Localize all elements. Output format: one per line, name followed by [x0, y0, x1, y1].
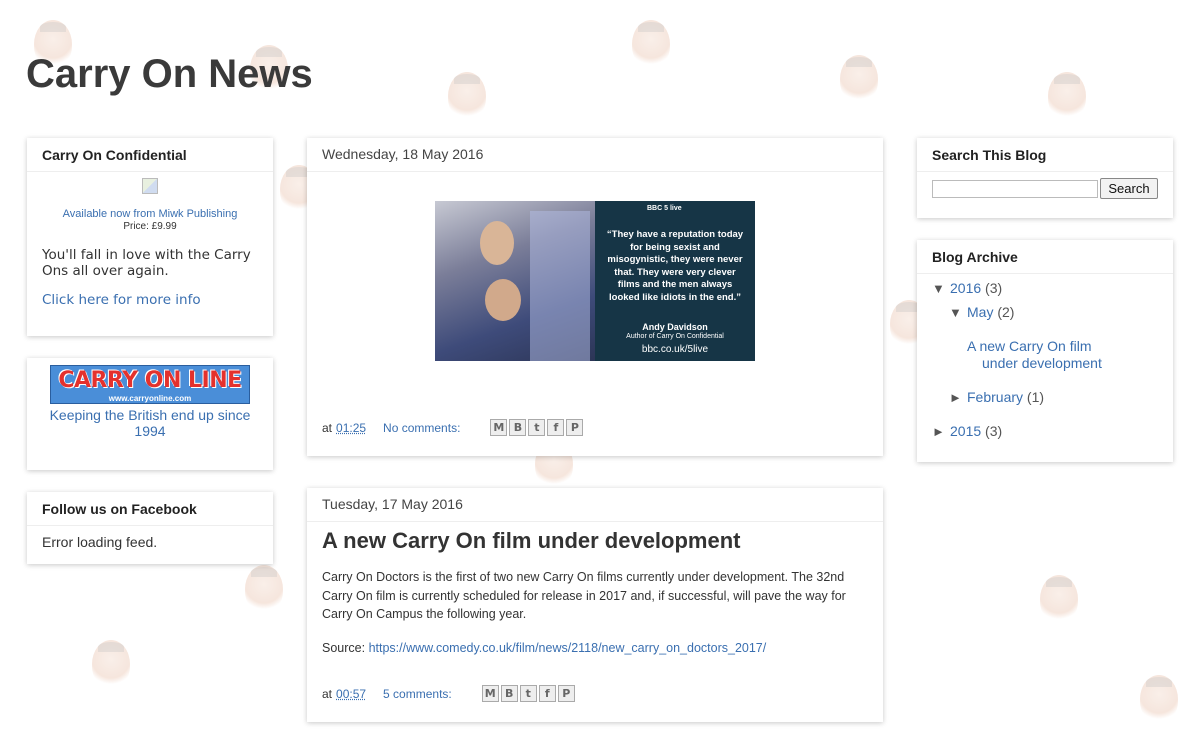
- facebook-icon[interactable]: f: [547, 419, 565, 436]
- quote-author-role: Author of Carry On Confidential: [626, 333, 724, 340]
- background-face-icon: [632, 20, 670, 68]
- blogger-icon[interactable]: B: [500, 685, 518, 702]
- source-link[interactable]: https://www.comedy.co.uk/film/news/2118/…: [369, 641, 767, 655]
- share-buttons: M B t f P: [490, 419, 585, 436]
- archive-month-may[interactable]: ▼ May (2): [949, 304, 1014, 320]
- share-buttons: M B t f P: [481, 685, 577, 702]
- collapsed-arrow-icon[interactable]: ►: [949, 390, 967, 405]
- background-face-icon: [1040, 575, 1078, 623]
- archive-month-label[interactable]: February: [967, 389, 1023, 405]
- bbc-url: bbc.co.uk/5live: [641, 344, 709, 355]
- expanded-arrow-icon[interactable]: ▼: [949, 305, 967, 320]
- background-face-icon: [840, 55, 878, 103]
- archive-year-2015[interactable]: ► 2015 (3): [932, 423, 1002, 439]
- widget-title: Search This Blog: [917, 138, 1173, 172]
- blog-archive-widget: Blog Archive ▼ 2016 (3) ▼ May (2) A new Ca…: [917, 240, 1173, 462]
- archive-count: (3): [985, 280, 1003, 296]
- background-face-icon: [1048, 72, 1086, 120]
- carryonline-widget: CARRY ON LINE www.carryonline.com Keepin…: [27, 358, 273, 470]
- archive-post-title[interactable]: A new Carry On film under development: [967, 338, 1117, 372]
- post-footer: at 00:57 5 comments: M B t f P: [322, 685, 577, 702]
- search-input[interactable]: [932, 180, 1098, 198]
- at-label: at: [322, 686, 333, 701]
- expanded-arrow-icon[interactable]: ▼: [932, 281, 950, 296]
- more-info-link[interactable]: Click here for more info: [42, 292, 201, 308]
- archive-count: (3): [985, 423, 1003, 439]
- email-icon[interactable]: M: [490, 419, 508, 436]
- comments-link[interactable]: No comments:: [383, 421, 460, 435]
- post-time-link[interactable]: 01:25: [336, 421, 366, 435]
- price-text: Price: £9.99: [123, 221, 177, 232]
- email-icon[interactable]: M: [481, 685, 499, 702]
- search-widget: Search This Blog Search: [917, 138, 1173, 218]
- archive-month-february[interactable]: ► February (1): [949, 389, 1044, 405]
- archive-count: (1): [1026, 389, 1045, 405]
- carryonline-logo[interactable]: CARRY ON LINE www.carryonline.com: [50, 365, 250, 404]
- carryonline-tagline[interactable]: Keeping the British end up since 1994: [42, 407, 258, 439]
- post-date: Wednesday, 18 May 2016: [307, 138, 883, 172]
- source-label: Source:: [322, 641, 366, 655]
- archive-month-label[interactable]: May: [967, 304, 993, 320]
- quote-author: Andy Davidson: [642, 322, 708, 332]
- blogger-icon[interactable]: B: [509, 419, 527, 436]
- post-date: Tuesday, 17 May 2016: [307, 488, 883, 522]
- pinterest-icon[interactable]: P: [566, 419, 584, 436]
- archive-year-2016[interactable]: ▼ 2016 (3): [932, 280, 1002, 296]
- post-2: Tuesday, 17 May 2016 A new Carry On film…: [307, 488, 883, 722]
- widget-title: Follow us on Facebook: [27, 492, 273, 526]
- broken-image-icon[interactable]: [142, 178, 158, 194]
- photo-panel: [435, 201, 595, 361]
- available-link[interactable]: Available now from Miwk Publishing: [27, 208, 273, 220]
- post-time-link[interactable]: 00:57: [336, 687, 366, 701]
- twitter-icon[interactable]: t: [528, 419, 546, 436]
- person-face-icon: [480, 221, 514, 265]
- logo-url: www.carryonline.com: [108, 394, 192, 403]
- blurb-text: You'll fall in love with the Carry Ons a…: [42, 247, 251, 279]
- pinterest-icon[interactable]: P: [557, 685, 575, 702]
- post-footer: at 01:25 No comments: M B t f P: [322, 419, 585, 436]
- person-face-icon: [485, 279, 521, 321]
- facebook-widget: Follow us on Facebook Error loading feed…: [27, 492, 273, 564]
- widget-title: Carry On Confidential: [27, 138, 273, 172]
- at-label: at: [322, 420, 333, 435]
- background-face-icon: [245, 565, 283, 613]
- post-title[interactable]: A new Carry On film under development: [322, 528, 740, 554]
- widget-title: Blog Archive: [917, 240, 1173, 274]
- collapsed-arrow-icon[interactable]: ►: [932, 424, 950, 439]
- comments-link[interactable]: 5 comments:: [383, 687, 452, 701]
- archive-post-link[interactable]: A new Carry On film under development: [967, 338, 1117, 372]
- archive-year-label[interactable]: 2015: [950, 423, 981, 439]
- twitter-icon[interactable]: t: [519, 685, 537, 702]
- background-face-icon: [448, 72, 486, 120]
- post-1: Wednesday, 18 May 2016 BBC 5 live “They …: [307, 138, 883, 456]
- facebook-icon[interactable]: f: [538, 685, 556, 702]
- confidential-widget: Carry On Confidential Available now from…: [27, 138, 273, 336]
- post-body: Carry On Doctors is the first of two new…: [322, 570, 846, 621]
- background-face-icon: [1140, 675, 1178, 723]
- facebook-feed-status: Error loading feed.: [42, 534, 158, 550]
- logo-text: CARRY ON LINE: [58, 368, 242, 393]
- archive-year-label[interactable]: 2016: [950, 280, 981, 296]
- tent-fabric: [530, 211, 590, 361]
- archive-count: (2): [997, 304, 1015, 320]
- quote-text: “They have a reputation today for being …: [606, 229, 744, 303]
- quote-panel: BBC 5 live “They have a reputation today…: [595, 201, 755, 361]
- post-image[interactable]: BBC 5 live “They have a reputation today…: [435, 201, 755, 361]
- background-face-icon: [92, 640, 130, 688]
- post-source: Source: https://www.comedy.co.uk/film/ne…: [322, 641, 766, 655]
- bbc-5live-logo: BBC 5 live: [647, 205, 682, 212]
- blog-title[interactable]: Carry On News: [26, 52, 313, 97]
- search-button[interactable]: Search: [1100, 178, 1158, 199]
